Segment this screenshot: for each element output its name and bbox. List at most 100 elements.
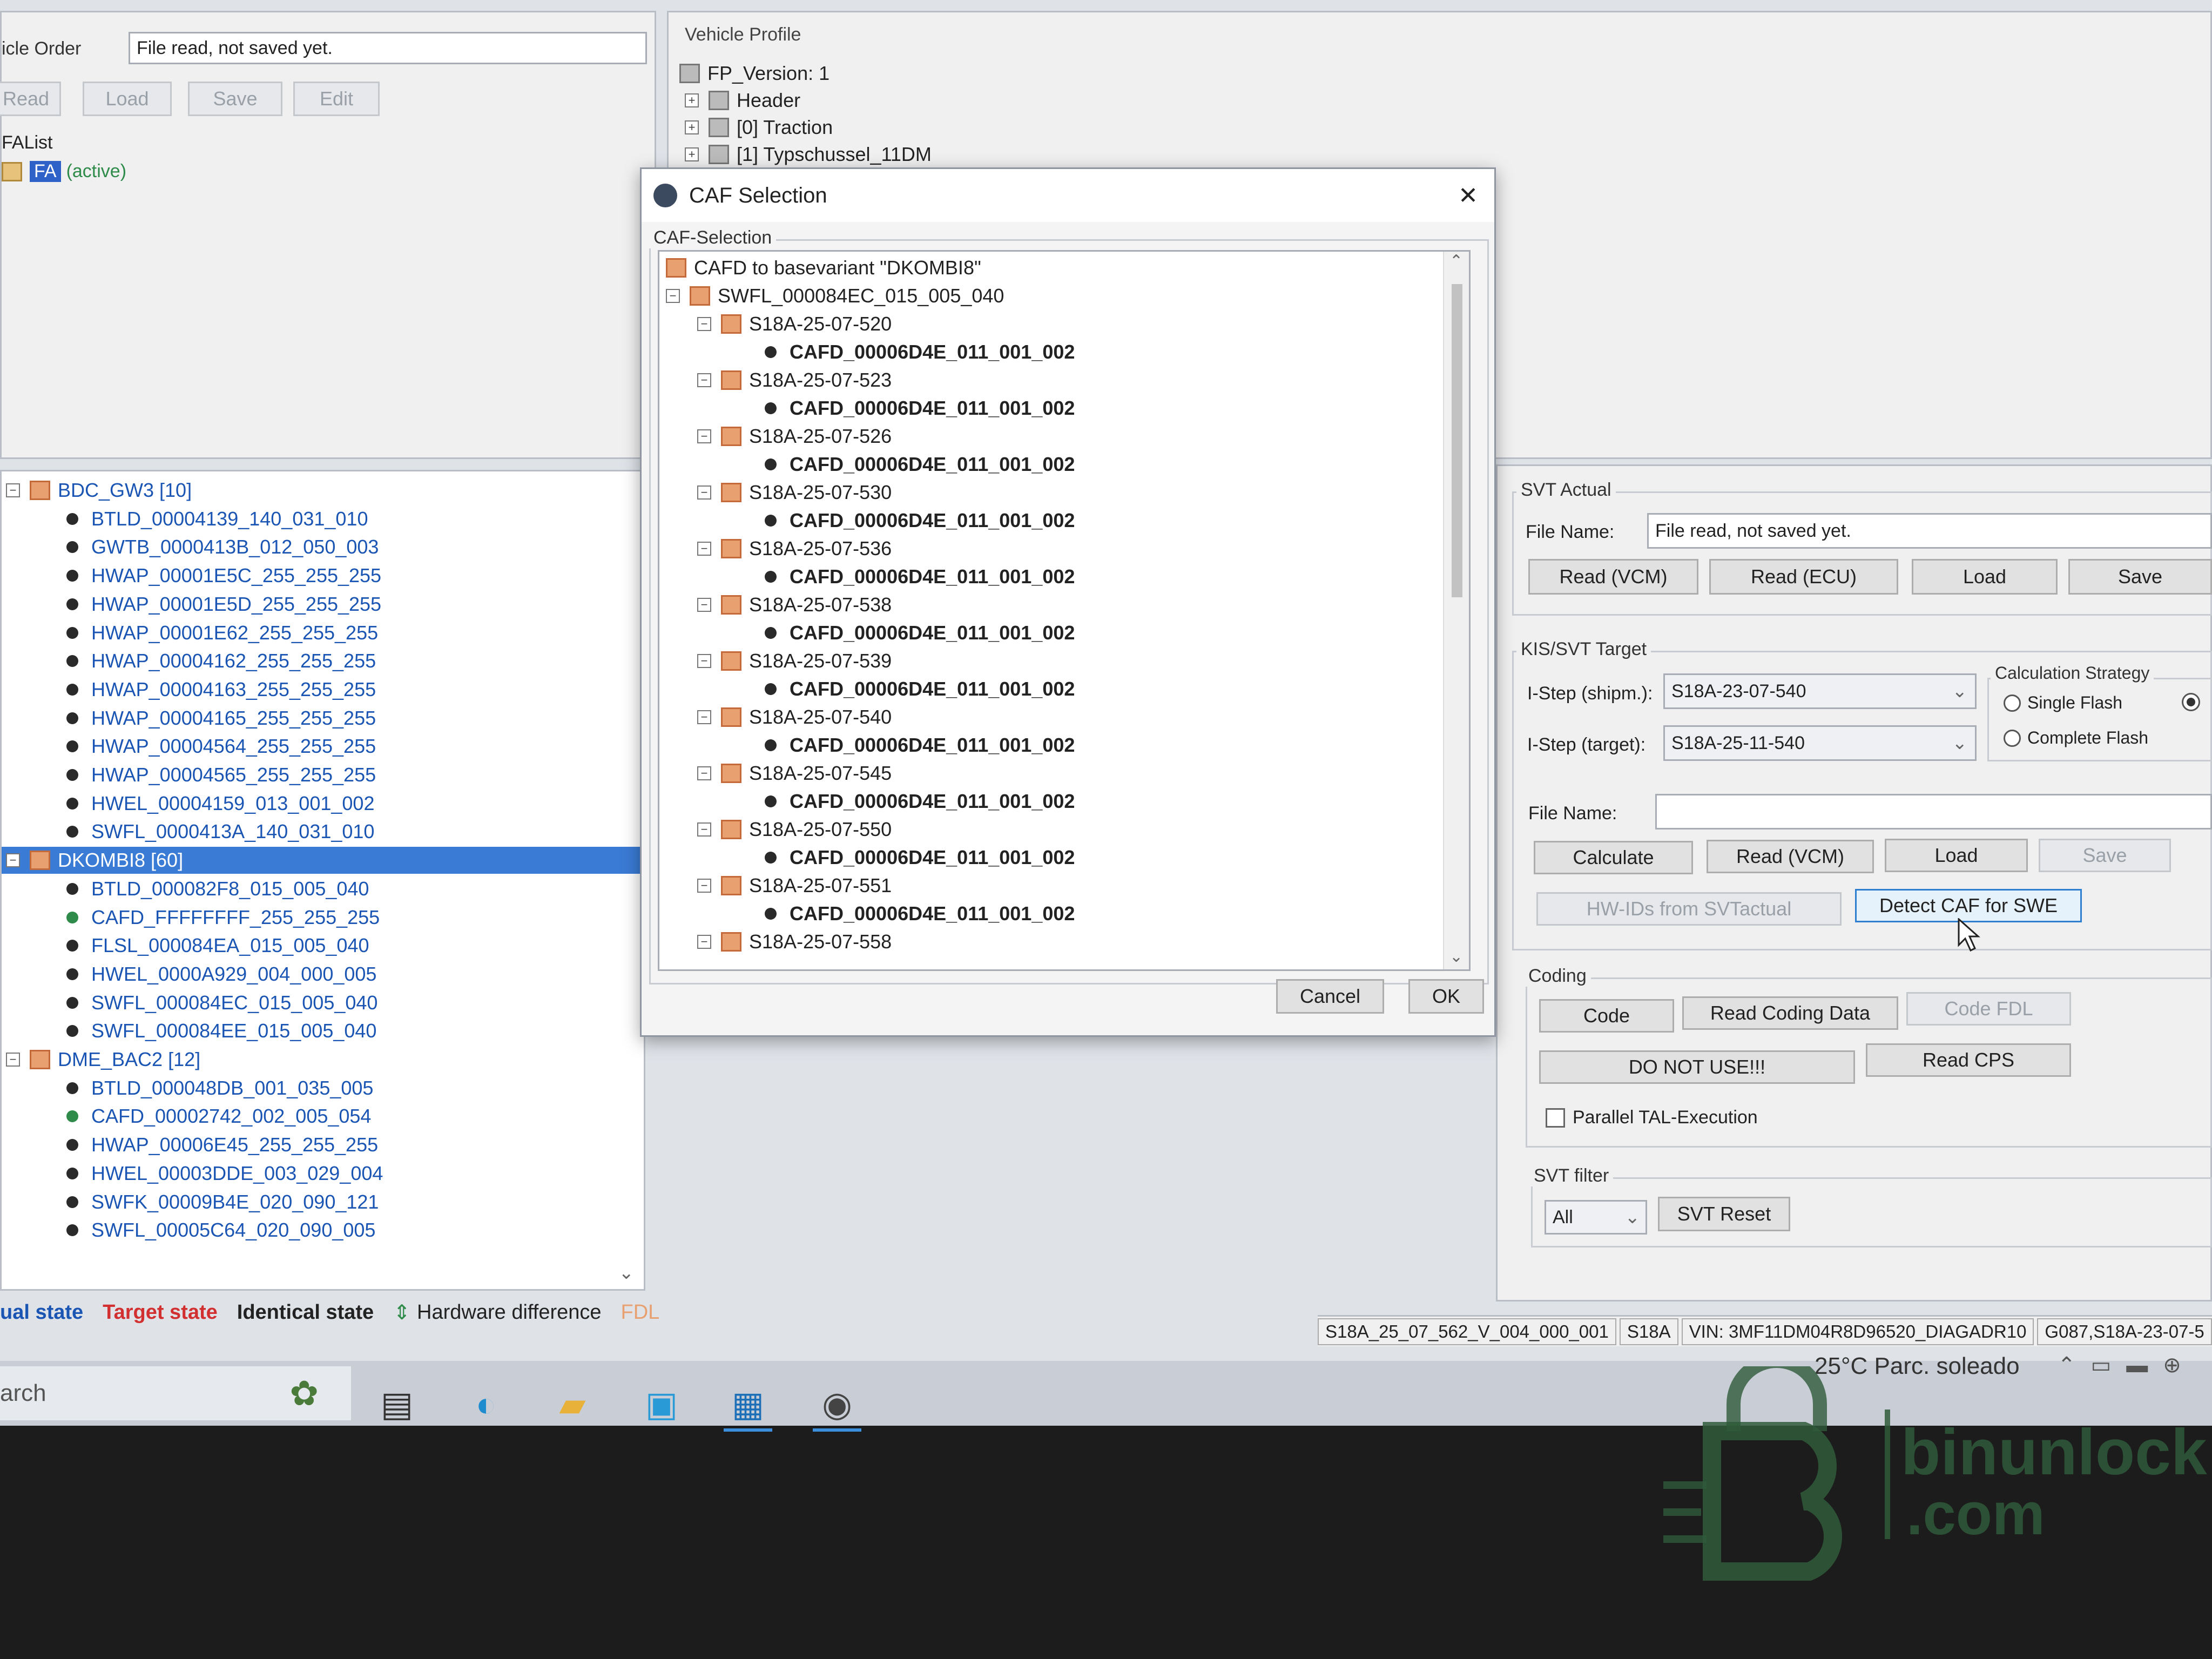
collapse-icon[interactable]: − — [697, 766, 711, 780]
ecu-item-row[interactable]: SWFK_00009B4E_020_090_121 — [66, 1189, 379, 1216]
checkbox-icon[interactable] — [1546, 1108, 1565, 1128]
ecu-group-row[interactable]: − BDC_GW3 [10] — [2, 477, 644, 504]
ecu-item-row[interactable]: HWEL_00004159_013_001_002 — [66, 790, 374, 817]
vp-item-traction[interactable]: + [0] Traction — [685, 116, 833, 139]
target-read-vcm-button[interactable]: Read (VCM) — [1707, 840, 1874, 873]
svt-actual-file-field[interactable]: File read, not saved yet. — [1647, 513, 2212, 549]
ecu-item-row[interactable]: SWFL_000084EC_015_005_040 — [66, 989, 377, 1016]
ecu-item-row[interactable]: BTLD_000048DB_001_035_005 — [66, 1075, 373, 1102]
caf-cafd-row[interactable]: CAFD_00006D4E_011_001_002 — [765, 564, 1075, 590]
scroll-down-icon[interactable]: ⌄ — [619, 1262, 635, 1284]
complete-flash-radio[interactable]: Complete Flash — [2004, 728, 2148, 748]
svt-read-vcm-button[interactable]: Read (VCM) — [1528, 559, 1698, 595]
do-not-use-button[interactable]: DO NOT USE!!! — [1539, 1050, 1855, 1084]
ecu-item-row[interactable]: BTLD_00004139_140_031_010 — [66, 505, 368, 532]
caf-cafd-row[interactable]: CAFD_00006D4E_011_001_002 — [765, 339, 1075, 365]
ecu-item-row[interactable]: FLSL_000084EA_015_005_040 — [66, 932, 369, 959]
collapse-icon[interactable]: − — [697, 542, 711, 556]
caf-istep-row[interactable]: − S18A-25-07-530 — [697, 480, 892, 505]
ecu-item-row[interactable]: SWFL_000084EE_015_005_040 — [66, 1017, 376, 1044]
vp-item-fp-version[interactable]: FP_Version: 1 — [679, 62, 830, 85]
collapse-icon[interactable]: − — [697, 822, 711, 837]
ecu-item-row[interactable]: HWAP_00004163_255_255_255 — [66, 676, 376, 703]
caf-istep-row[interactable]: − S18A-25-07-523 — [697, 367, 892, 393]
caf-cafd-row[interactable]: CAFD_00006D4E_011_001_002 — [765, 788, 1075, 814]
svt-reset-button[interactable]: SVT Reset — [1658, 1197, 1790, 1231]
detect-caf-button[interactable]: Detect CAF for SWE — [1855, 889, 2082, 922]
caf-cafd-row[interactable]: CAFD_00006D4E_011_001_002 — [765, 732, 1075, 758]
target-save-button[interactable]: Save — [2039, 839, 2171, 872]
save-button[interactable]: Save — [188, 82, 282, 116]
ecu-group-row[interactable]: − DME_BAC2 [12] — [2, 1046, 644, 1073]
ecu-item-row[interactable]: HWAP_00004165_255_255_255 — [66, 705, 376, 732]
single-flash-radio[interactable]: Single Flash — [2004, 693, 2122, 713]
caf-istep-row[interactable]: − S18A-25-07-526 — [697, 423, 892, 449]
collapse-icon[interactable]: − — [697, 710, 711, 724]
bmw-app-icon[interactable]: ◉ — [813, 1380, 861, 1432]
svt-load-button[interactable]: Load — [1912, 559, 2058, 595]
expand-icon[interactable]: + — [685, 120, 699, 134]
vp-item-header[interactable]: + Header — [685, 89, 800, 112]
hwids-from-svtactual-button[interactable]: HW-IDs from SVTactual — [1536, 892, 1842, 926]
caf-cafd-row[interactable]: CAFD_00006D4E_011_001_002 — [765, 451, 1075, 477]
caf-istep-row[interactable]: − S18A-25-07-538 — [697, 592, 892, 618]
collapse-icon[interactable]: − — [697, 654, 711, 668]
vp-item-typschussel[interactable]: + [1] Typschussel_11DM — [685, 143, 932, 166]
collapse-icon[interactable]: − — [6, 853, 20, 868]
radio-icon[interactable] — [2004, 694, 2021, 712]
read-button[interactable]: Read — [0, 82, 61, 116]
collapse-icon[interactable]: − — [697, 373, 711, 387]
expand-icon[interactable]: + — [685, 93, 699, 107]
edge-browser-icon[interactable]: ◐ — [462, 1380, 510, 1428]
expand-icon[interactable]: + — [685, 147, 699, 161]
esys-app-icon[interactable]: ▦ — [724, 1380, 772, 1432]
collapse-icon[interactable]: − — [697, 485, 711, 500]
svt-save-button[interactable]: Save — [2068, 559, 2212, 595]
ecu-item-row[interactable]: HWAP_00006E45_255_255_255 — [66, 1131, 378, 1158]
caf-istep-row[interactable]: − S18A-25-07-539 — [697, 648, 892, 674]
app-window-icon[interactable]: ▣ — [637, 1380, 686, 1428]
caf-cafd-row[interactable]: CAFD_00006D4E_011_001_002 — [765, 901, 1075, 927]
caf-istep-row[interactable]: − S18A-25-07-545 — [697, 760, 892, 786]
caf-istep-row[interactable]: − S18A-25-07-558 — [697, 929, 892, 955]
vehicle-order-file-field[interactable]: File read, not saved yet. — [129, 32, 647, 64]
collapse-icon[interactable]: − — [697, 935, 711, 949]
code-button[interactable]: Code — [1539, 999, 1674, 1033]
task-view-icon[interactable]: ▤ — [373, 1380, 421, 1428]
read-coding-data-button[interactable]: Read Coding Data — [1682, 996, 1898, 1030]
target-file-field[interactable] — [1655, 794, 2212, 830]
ecu-item-row[interactable]: GWTB_0000413B_012_050_003 — [66, 534, 379, 561]
collapse-icon[interactable]: − — [697, 598, 711, 612]
istep-shipm-select[interactable]: S18A-23-07-540 ⌄ — [1663, 673, 1977, 709]
caf-istep-row[interactable]: − S18A-25-07-536 — [697, 536, 892, 562]
caf-scroll-thumb[interactable] — [1452, 284, 1462, 597]
caf-cafd-row[interactable]: CAFD_00006D4E_011_001_002 — [765, 676, 1075, 702]
ecu-item-row[interactable]: CAFD_00002742_002_005_054 — [66, 1103, 371, 1130]
load-button[interactable]: Load — [83, 82, 172, 116]
caf-cafd-row[interactable]: CAFD_00006D4E_011_001_002 — [765, 395, 1075, 421]
cancel-button[interactable]: Cancel — [1276, 979, 1384, 1014]
scroll-down-icon[interactable]: ⌄ — [1449, 947, 1463, 966]
collapse-icon[interactable]: − — [697, 429, 711, 443]
ecu-item-row[interactable]: HWEL_0000A929_004_000_005 — [66, 961, 376, 988]
caf-istep-row[interactable]: − S18A-25-07-520 — [697, 311, 892, 337]
svt-read-ecu-button[interactable]: Read (ECU) — [1709, 559, 1898, 595]
ecu-item-row[interactable]: BTLD_000082F8_015_005_040 — [66, 875, 369, 902]
ok-button[interactable]: OK — [1408, 979, 1484, 1014]
ecu-item-row[interactable]: HWAP_00004565_255_255_255 — [66, 761, 376, 788]
chevron-down-icon[interactable]: ⌄ — [1625, 1206, 1641, 1228]
caf-istep-row[interactable]: − S18A-25-07-551 — [697, 873, 892, 899]
ecu-item-row[interactable]: CAFD_FFFFFFFF_255_255_255 — [66, 904, 380, 931]
ecu-item-row[interactable]: HWAP_00001E5D_255_255_255 — [66, 591, 381, 618]
collapse-icon[interactable]: − — [6, 483, 20, 497]
ecu-item-row[interactable]: SWFL_00005C64_020_090_005 — [66, 1217, 375, 1244]
collapse-icon[interactable]: − — [6, 1053, 20, 1067]
scroll-up-icon[interactable]: ⌃ — [1449, 252, 1463, 271]
ecu-group-row[interactable]: − DKOMBI8 [60] — [2, 847, 644, 874]
chevron-down-icon[interactable]: ⌄ — [1952, 732, 1968, 754]
istep-target-select[interactable]: S18A-25-11-540 ⌄ — [1663, 725, 1977, 761]
caf-istep-row[interactable]: − S18A-25-07-540 — [697, 704, 892, 730]
ecu-item-row[interactable]: SWFL_0000413A_140_031_010 — [66, 818, 374, 845]
caf-cafd-row[interactable]: CAFD_00006D4E_011_001_002 — [765, 845, 1075, 871]
target-load-button[interactable]: Load — [1885, 839, 2028, 872]
